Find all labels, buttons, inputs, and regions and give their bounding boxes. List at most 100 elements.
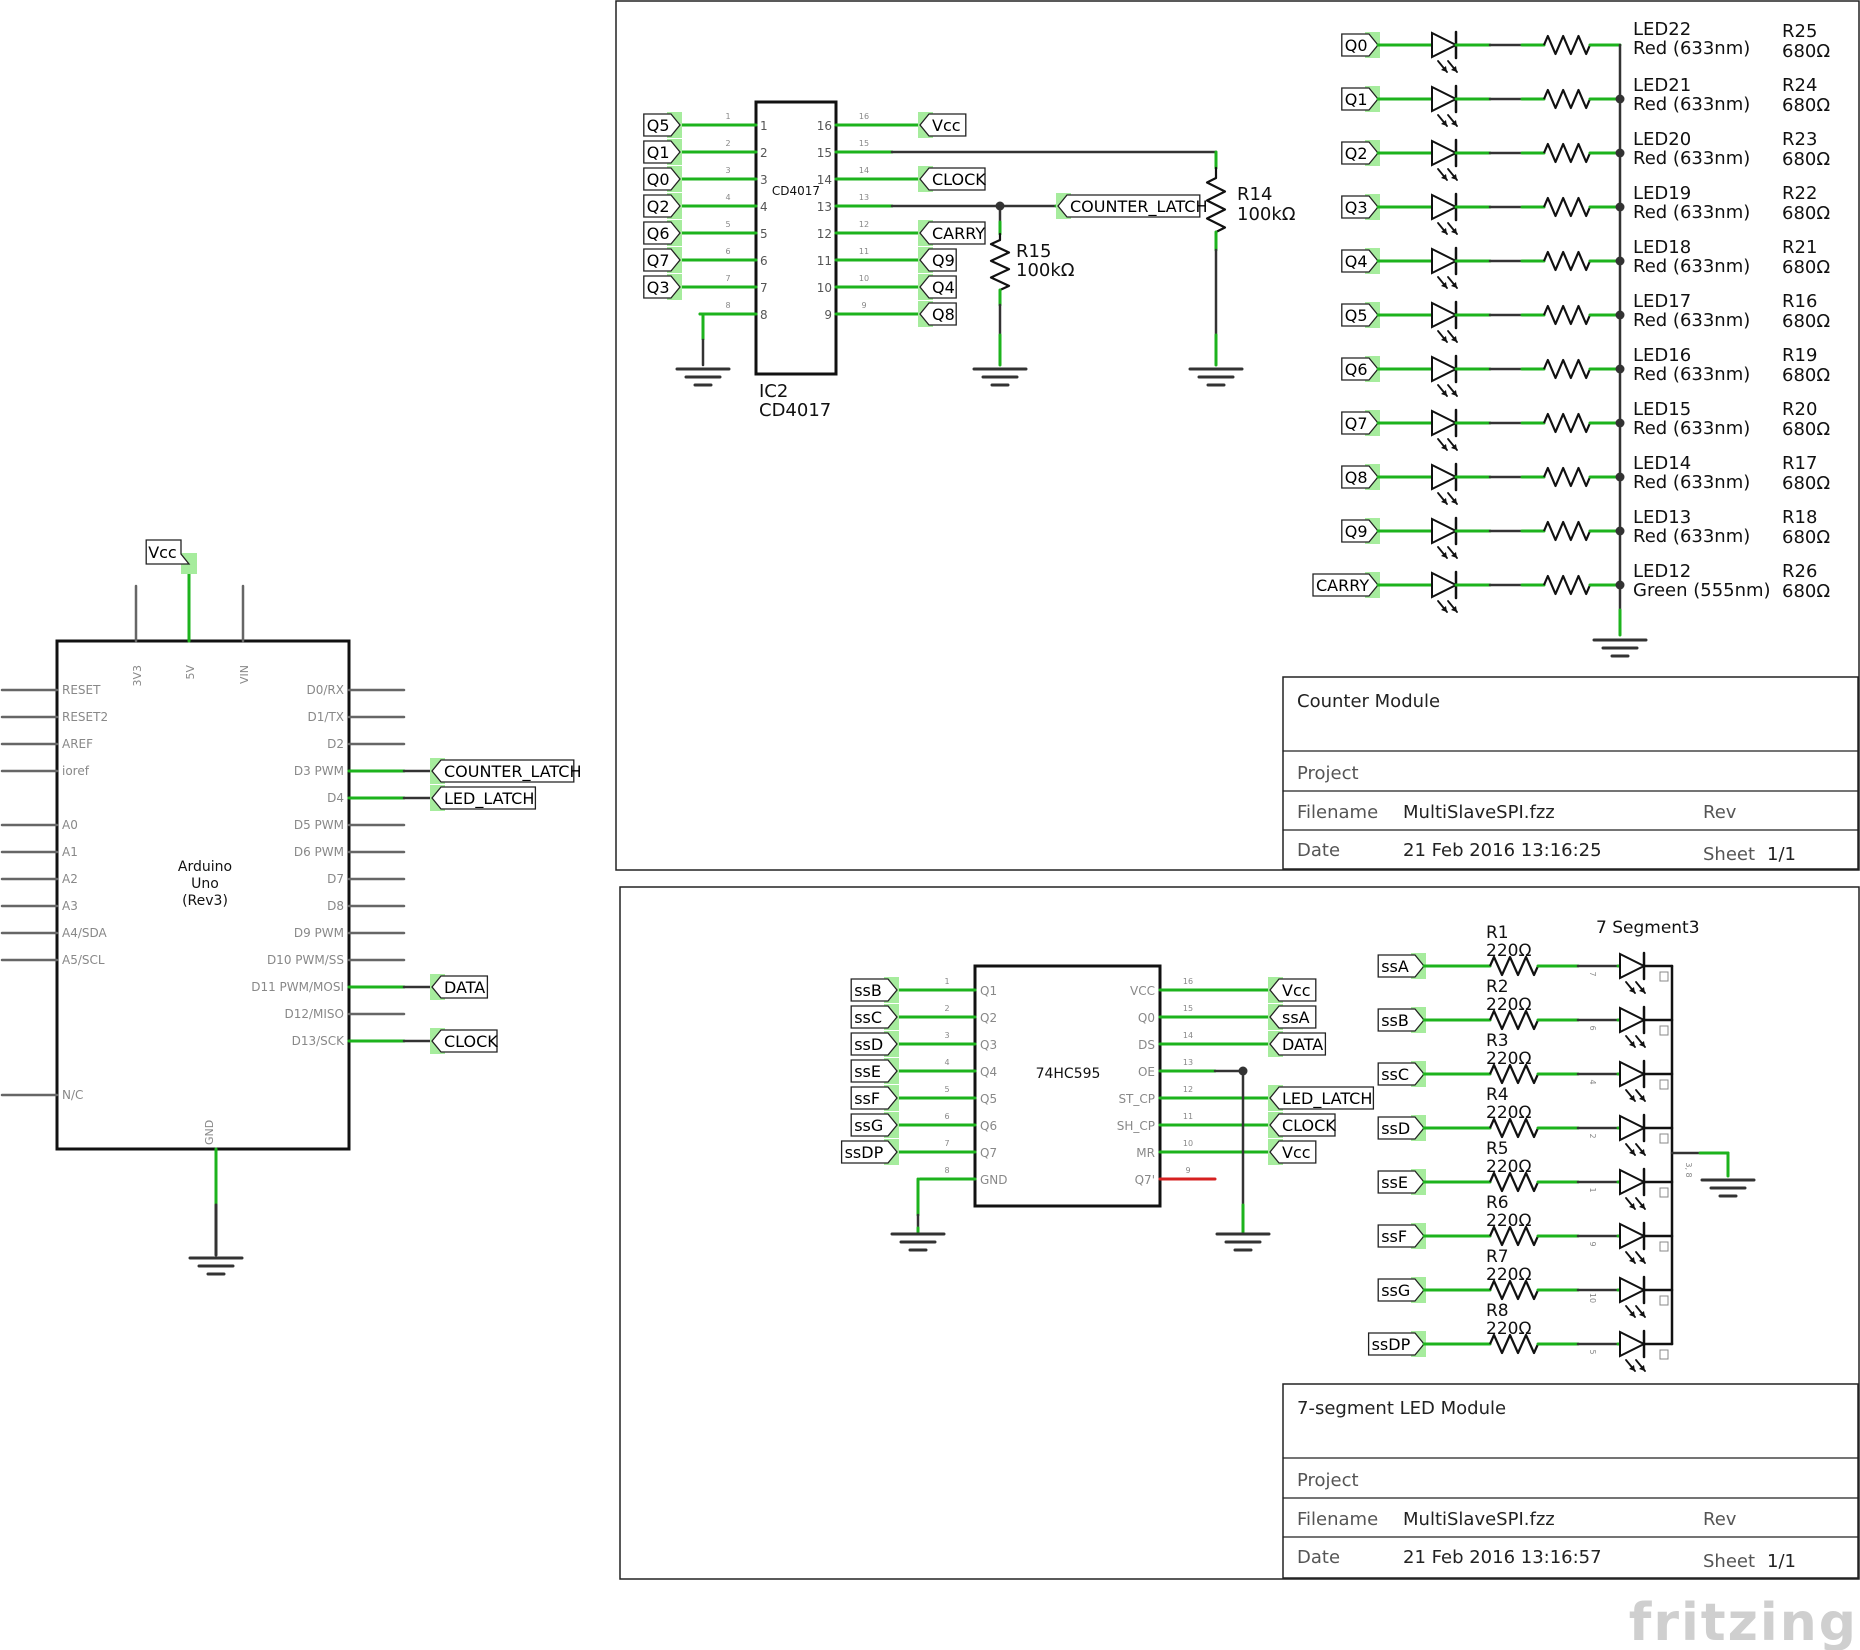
net-label-text: ssF bbox=[854, 1089, 880, 1108]
res-value: 220Ω bbox=[1486, 1157, 1531, 1177]
pin-label: VIN bbox=[238, 665, 251, 684]
pin-number-small: 11 bbox=[859, 247, 869, 256]
title-block-label: Sheet bbox=[1703, 844, 1755, 865]
pin-number: 7 bbox=[760, 281, 768, 295]
res-name: R4 bbox=[1486, 1085, 1509, 1105]
pin-label: SH_CP bbox=[1117, 1119, 1155, 1133]
res-name: R3 bbox=[1486, 1031, 1509, 1051]
led-name: LED17 bbox=[1633, 291, 1691, 312]
net-label-text: Vcc bbox=[148, 543, 177, 562]
net-label-ssC: ssC bbox=[1377, 1061, 1426, 1087]
pin-number: 16 bbox=[817, 119, 832, 133]
pin-number-small: 1 bbox=[725, 112, 730, 121]
net-label-Q9: Q9 bbox=[918, 247, 957, 273]
led-triangle bbox=[1619, 1006, 1647, 1034]
pin-label: D10 PWM/SS bbox=[267, 953, 344, 967]
pin-label: D0/RX bbox=[307, 683, 344, 697]
segment-glyph bbox=[1659, 1187, 1669, 1198]
led-icon bbox=[1431, 570, 1459, 613]
pin-number-small: 6 bbox=[1588, 1025, 1597, 1030]
title-block-label: Filename bbox=[1297, 1509, 1378, 1530]
pin-number: 13 bbox=[817, 200, 832, 214]
pin-label: AREF bbox=[62, 737, 93, 751]
led-icon bbox=[1431, 84, 1459, 127]
ground-icon bbox=[675, 367, 731, 387]
net-label-text: DATA bbox=[1282, 1035, 1323, 1054]
pin-label: 5V bbox=[184, 665, 197, 680]
pin-number: 6 bbox=[760, 254, 768, 268]
title-block-title: Counter Module bbox=[1297, 691, 1440, 712]
net-label-Q5: Q5 bbox=[643, 112, 682, 138]
led-icon bbox=[1619, 1005, 1647, 1048]
net-label-text: Vcc bbox=[1282, 1143, 1311, 1162]
res-name: R2 bbox=[1486, 977, 1509, 997]
pin-label: Q7' bbox=[1135, 1173, 1155, 1187]
net-label-text: Q4 bbox=[932, 278, 955, 297]
pin-label: D11 PWM/MOSI bbox=[251, 980, 344, 994]
pin-number: 14 bbox=[817, 173, 832, 187]
ic-part: CD4017 bbox=[759, 400, 831, 421]
chip-label: CD4017 bbox=[772, 184, 820, 198]
pin-number-small: 1 bbox=[1588, 1187, 1597, 1192]
res-value: 220Ω bbox=[1486, 1049, 1531, 1069]
led-triangle bbox=[1431, 301, 1459, 329]
net-label-Vcc: Vcc bbox=[1268, 1139, 1317, 1165]
res-value: 680Ω bbox=[1782, 365, 1830, 386]
pin-number: 15 bbox=[817, 146, 832, 160]
pin-label: D13/SCK bbox=[292, 1034, 346, 1048]
net-label-ssF: ssF bbox=[850, 1085, 899, 1111]
pin-number-small: 9 bbox=[861, 301, 866, 310]
res-value: 680Ω bbox=[1782, 41, 1830, 62]
net-label-text: ssC bbox=[1381, 1065, 1409, 1084]
res-value: 680Ω bbox=[1782, 311, 1830, 332]
segment-glyph bbox=[1659, 1241, 1669, 1252]
net-label-text: Q8 bbox=[1345, 468, 1368, 487]
pin-number-small: 14 bbox=[859, 166, 869, 175]
net-label-text: LED_LATCH bbox=[444, 789, 534, 809]
net-label-text: Vcc bbox=[932, 116, 961, 135]
net-label-text: LED_LATCH bbox=[1282, 1089, 1372, 1109]
pin-number-small: 13 bbox=[859, 193, 869, 202]
net-label-Q0: Q0 bbox=[1341, 32, 1380, 58]
led-name: LED13 bbox=[1633, 507, 1691, 528]
arduino-name: (Rev3) bbox=[182, 893, 228, 909]
net-label-text: Q4 bbox=[1345, 252, 1368, 271]
net-label-CARRY: CARRY bbox=[918, 220, 986, 246]
res-value: 680Ω bbox=[1782, 149, 1830, 170]
net-label-Q5: Q5 bbox=[1341, 302, 1380, 328]
pin-number-small: 6 bbox=[725, 247, 730, 256]
net-label-ssF: ssF bbox=[1377, 1223, 1426, 1249]
res-value: 680Ω bbox=[1782, 419, 1830, 440]
led-name: LED20 bbox=[1633, 129, 1691, 150]
pin-number-small: 15 bbox=[859, 139, 869, 148]
res-value: 680Ω bbox=[1782, 257, 1830, 278]
net-label-text: ssE bbox=[1381, 1173, 1408, 1192]
led-triangle bbox=[1619, 1276, 1647, 1304]
resistor-icon bbox=[1542, 196, 1592, 218]
pin-number-small: 13 bbox=[1183, 1058, 1193, 1067]
net-label-Q7: Q7 bbox=[643, 247, 682, 273]
led-icon bbox=[1431, 516, 1459, 559]
title-block-label: Rev bbox=[1703, 802, 1737, 823]
pin-number-small: 15 bbox=[1183, 1004, 1193, 1013]
arduino-uno[interactable]: ArduinoUno(Rev3) 3V3 5V VIN Vcc GND RESET RESET… bbox=[0, 539, 581, 1276]
segment-glyph bbox=[1659, 1025, 1669, 1036]
net-label-text: ssD bbox=[854, 1035, 883, 1054]
counter-module: CD4017IC2CD40171116162215153314144413135… bbox=[643, 19, 1830, 658]
net-label-text: Q0 bbox=[647, 170, 670, 189]
segment-glyph bbox=[1659, 1349, 1669, 1360]
net-label-ssD: ssD bbox=[1377, 1115, 1426, 1141]
resistor-icon bbox=[1205, 177, 1227, 233]
net-label-text: Q5 bbox=[1345, 306, 1368, 325]
pin-number-small: 3 bbox=[944, 1031, 949, 1040]
pin-number-small: 8 bbox=[944, 1166, 949, 1175]
led-name: LED15 bbox=[1633, 399, 1691, 420]
net-label-text: Q3 bbox=[647, 278, 670, 297]
net-label-ssG: ssG bbox=[850, 1112, 899, 1138]
pin-label: D8 bbox=[327, 899, 344, 913]
title-block-value: MultiSlaveSPI.fzz bbox=[1403, 802, 1555, 823]
net-label-ssC: ssC bbox=[850, 1004, 899, 1030]
net-label-text: Q9 bbox=[1345, 522, 1368, 541]
led-triangle bbox=[1431, 463, 1459, 491]
net-label-CLOCK: CLOCK bbox=[1268, 1112, 1336, 1138]
